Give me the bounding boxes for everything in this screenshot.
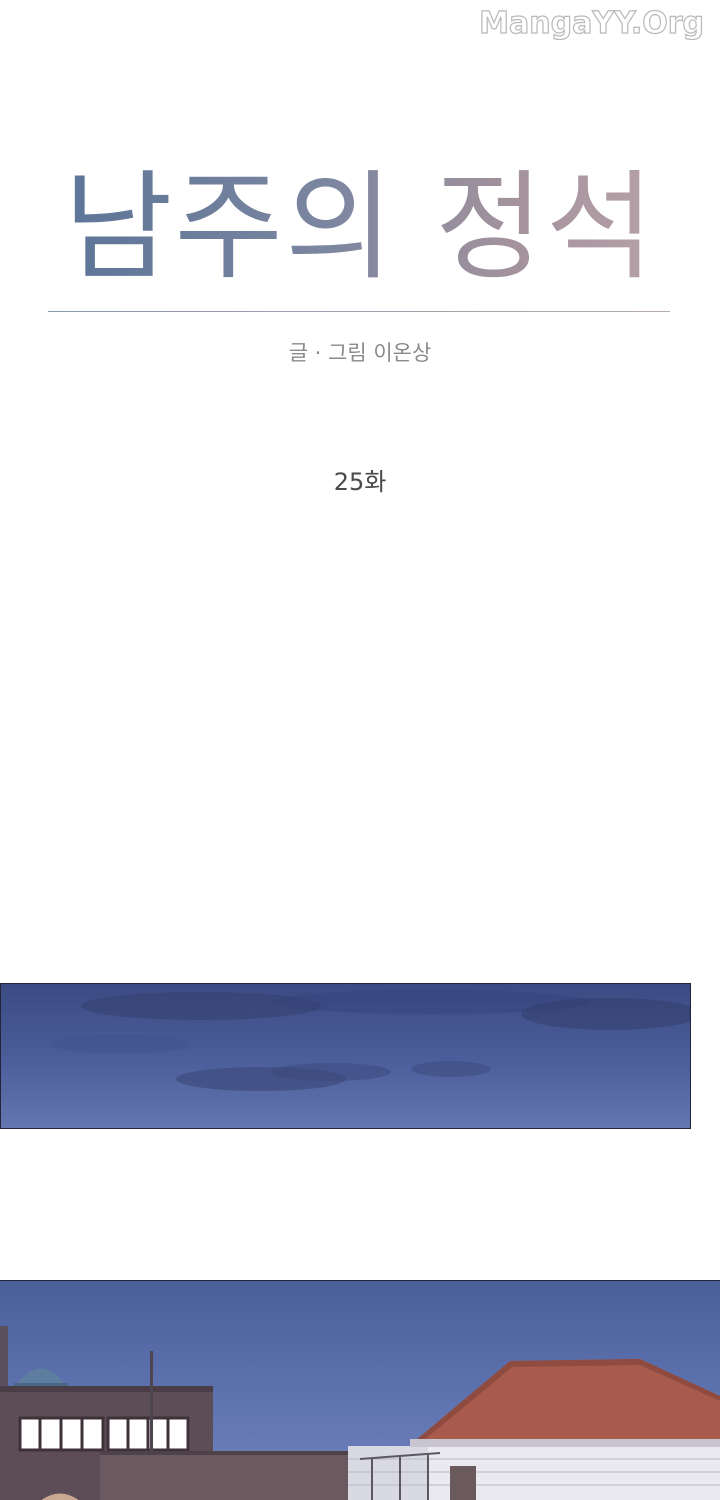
sky-panel-image <box>0 983 691 1129</box>
watermark-logo: MangaYY.Org <box>479 5 705 41</box>
cloud-illustration <box>51 990 690 1091</box>
comic-title: 남주의 정석 <box>60 152 660 302</box>
title-divider <box>48 311 670 312</box>
rooftop-illustration <box>0 1326 720 1500</box>
episode-number: 25화 <box>333 468 387 496</box>
author-credits: 글 · 그림 이온상 <box>288 341 432 365</box>
rooftop-panel-image <box>0 1280 720 1500</box>
